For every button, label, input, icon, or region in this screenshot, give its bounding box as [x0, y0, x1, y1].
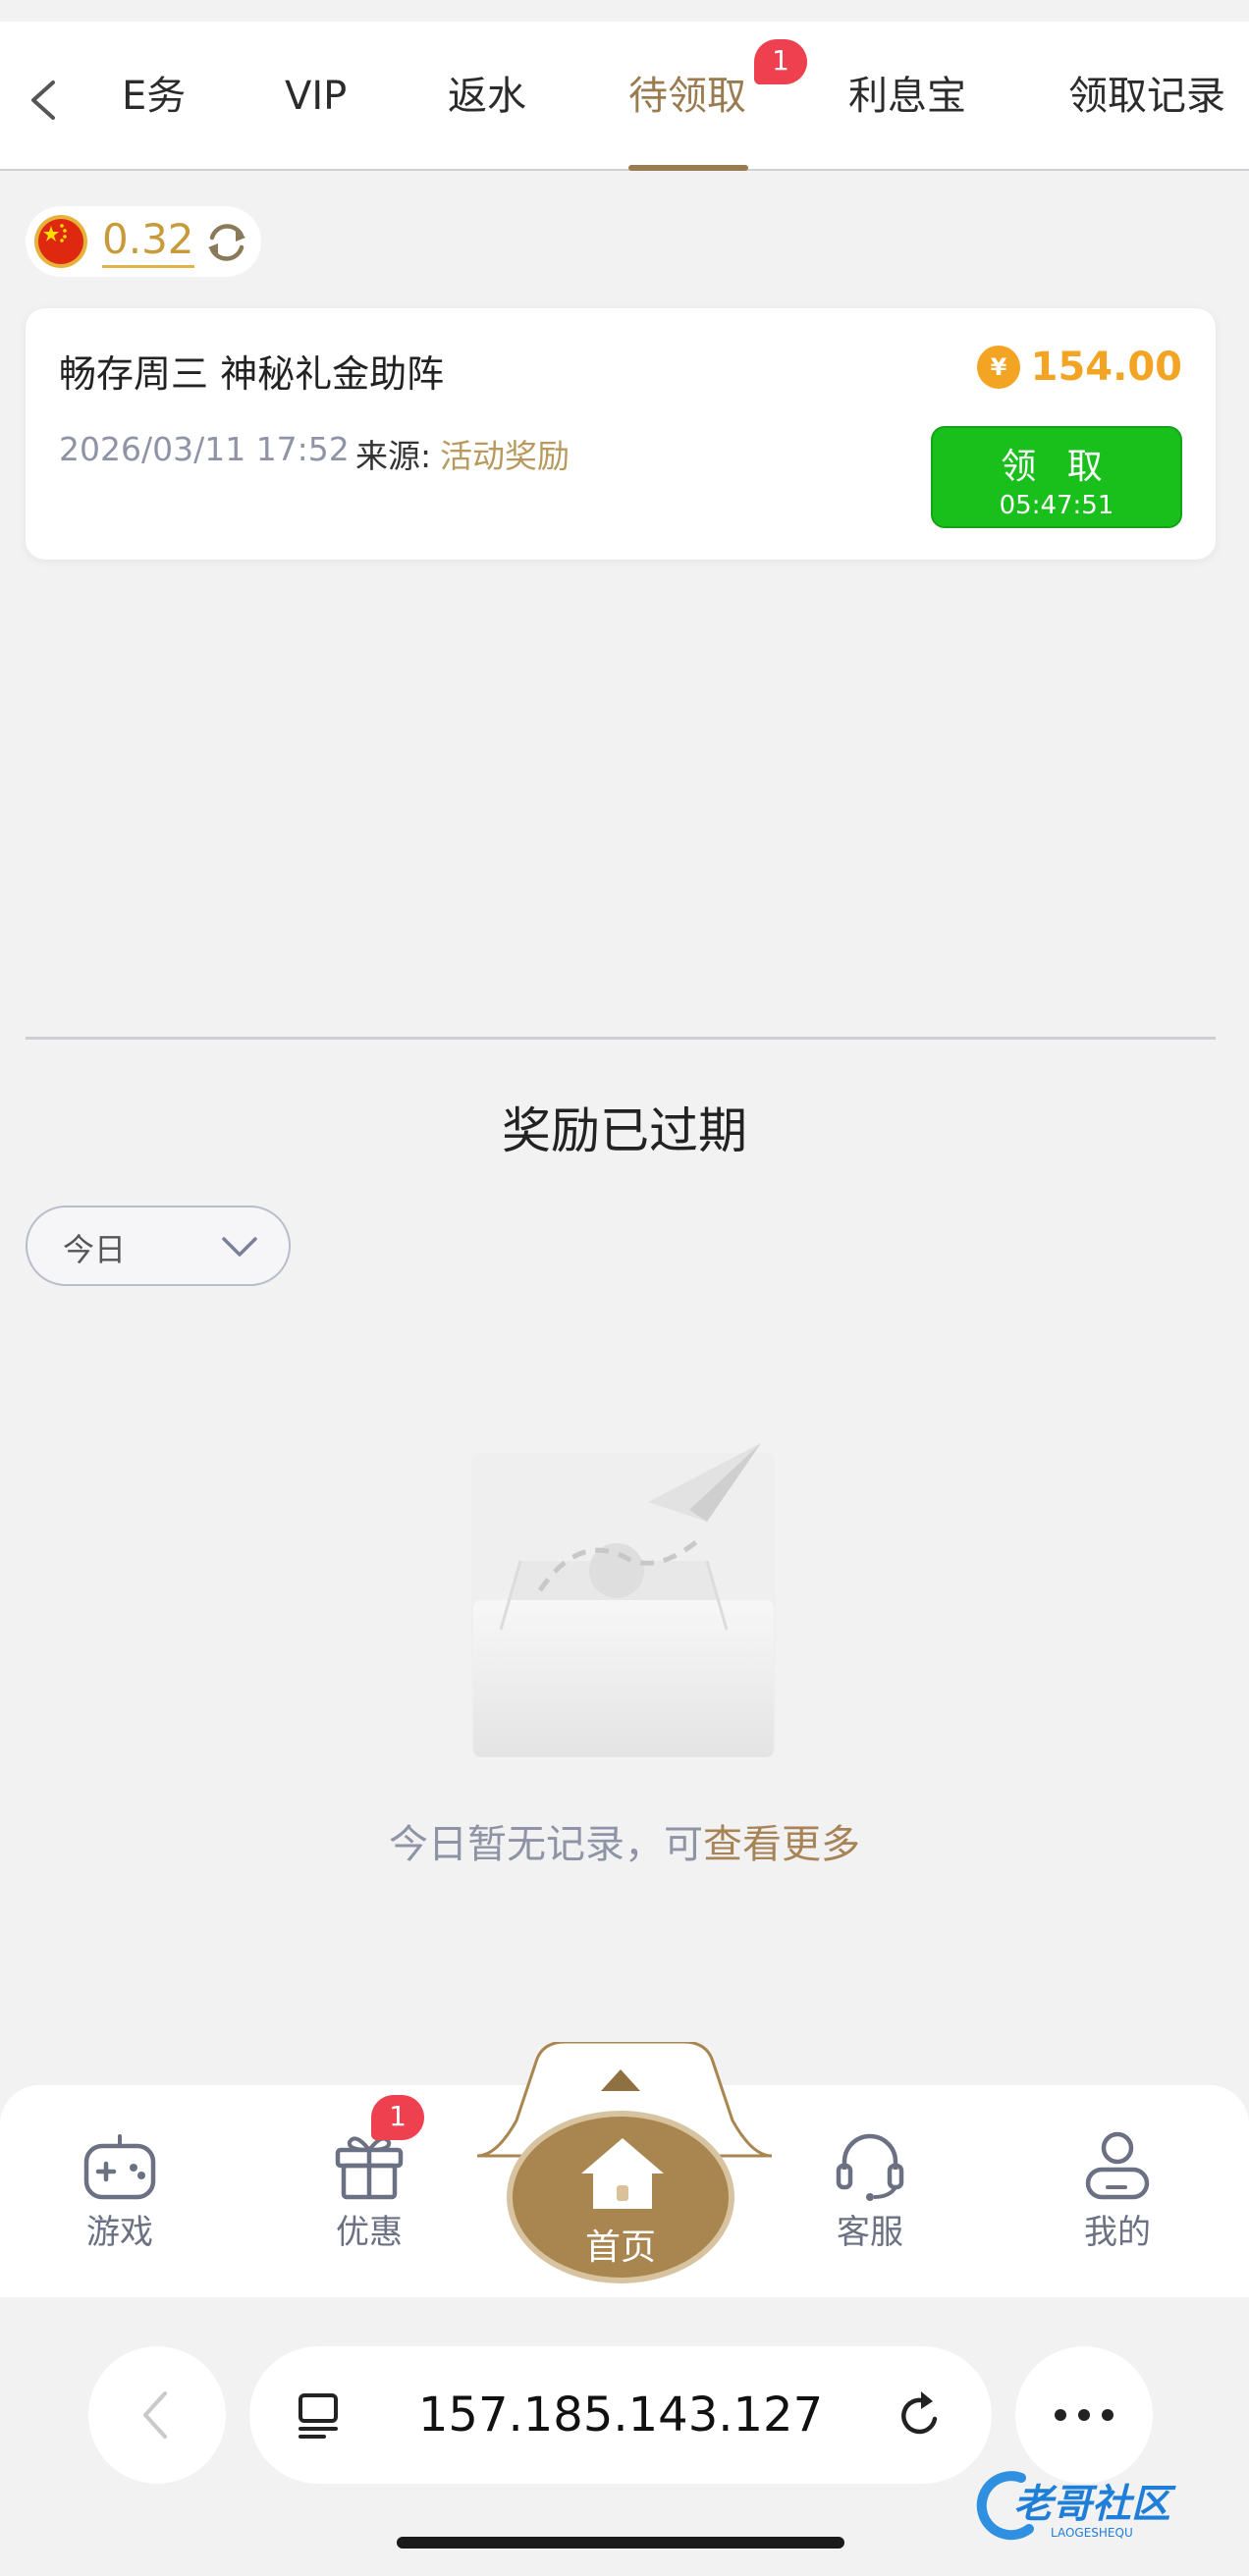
tab-rebate[interactable]: 返水	[448, 71, 526, 122]
nav-home-label: 首页	[584, 2227, 656, 2268]
more-dots-icon	[1055, 2409, 1113, 2421]
headset-icon	[836, 2133, 904, 2201]
reward-source-label: 来源:	[355, 437, 432, 475]
nav-home[interactable]: 首页	[507, 2111, 734, 2283]
balance-pill: 0.32	[26, 206, 261, 277]
claim-label: 领 取	[1001, 447, 1113, 487]
chevron-down-icon	[222, 1237, 257, 1257]
date-filter-value: 今日	[63, 1231, 127, 1268]
empty-box-icon	[471, 1443, 776, 1757]
coin-icon: ¥	[976, 346, 1020, 389]
claim-button[interactable]: 领 取 05:47:51	[931, 426, 1182, 528]
refresh-icon[interactable]	[202, 218, 251, 267]
china-flag-icon	[34, 215, 87, 268]
nav-profile-label: 我的	[1084, 2213, 1151, 2252]
reward-amount: 154.00	[1030, 345, 1182, 390]
expired-section-title: 奖励已过期	[502, 1102, 747, 1159]
url-text: 157.185.143.127	[417, 2388, 824, 2442]
caret-up-icon[interactable]	[601, 2069, 640, 2091]
watermark-logo: 老哥社区 LAOGESHEQU	[976, 2471, 1176, 2541]
browser-more-button[interactable]	[1015, 2346, 1153, 2484]
nav-profile[interactable]: 我的	[1029, 2128, 1206, 2253]
tab-tasks[interactable]: E务	[122, 71, 186, 122]
nav-promotions-label: 优惠	[336, 2213, 403, 2252]
empty-message: 今日暂无记录，可	[389, 1822, 703, 1867]
svg-text:老哥社区: 老哥社区	[1013, 2482, 1176, 2527]
tab-interest[interactable]: 利息宝	[848, 71, 966, 122]
gamepad-icon	[83, 2134, 156, 2200]
pending-badge: 1	[754, 39, 807, 84]
back-arrow-icon[interactable]	[20, 71, 69, 130]
address-bar[interactable]: 157.185.143.127	[249, 2346, 992, 2484]
reward-card: 畅存周三 神秘礼金助阵 ¥ 154.00 2026/03/11 17:52 来源…	[26, 308, 1216, 560]
user-icon	[1085, 2131, 1150, 2200]
nav-support[interactable]: 客服	[782, 2128, 958, 2253]
reward-source: 活动奖励	[440, 437, 570, 475]
promotions-badge: 1	[371, 2095, 424, 2140]
balance-value: 0.32	[102, 214, 194, 268]
view-more-link[interactable]: 查看更多	[703, 1822, 860, 1867]
browser-back-button[interactable]	[88, 2346, 226, 2484]
svg-text:¥: ¥	[990, 353, 1006, 381]
home-indicator	[397, 2537, 844, 2549]
active-tab-indicator	[628, 165, 748, 171]
chevron-left-icon	[143, 2391, 167, 2439]
nav-games[interactable]: 游戏	[31, 2128, 208, 2253]
reward-datetime: 2026/03/11 17:52	[59, 430, 350, 468]
tab-bar: E务 VIP 返水 待领取 1 利息宝 领取记录	[0, 22, 1249, 171]
nav-support-label: 客服	[837, 2213, 903, 2252]
date-filter-select[interactable]: 今日	[26, 1206, 291, 1286]
nav-games-label: 游戏	[86, 2213, 153, 2252]
nav-promotions[interactable]: 优惠	[281, 2128, 458, 2253]
status-area	[0, 0, 1249, 22]
tab-vip[interactable]: VIP	[285, 71, 347, 122]
empty-state-text: 今日暂无记录，可查看更多	[0, 1812, 1249, 1869]
svg-text:LAOGESHEQU: LAOGESHEQU	[1051, 2526, 1133, 2540]
reward-amount-group: ¥ 154.00	[976, 344, 1182, 391]
claim-countdown: 05:47:51	[999, 491, 1114, 520]
reload-icon[interactable]	[896, 2389, 947, 2441]
tab-pending[interactable]: 待领取	[628, 71, 746, 122]
tab-claim-history[interactable]: 领取记录	[1068, 71, 1225, 122]
reward-title: 畅存周三 神秘礼金助阵	[59, 352, 445, 396]
section-divider	[26, 1037, 1216, 1040]
home-icon	[581, 2138, 664, 2209]
